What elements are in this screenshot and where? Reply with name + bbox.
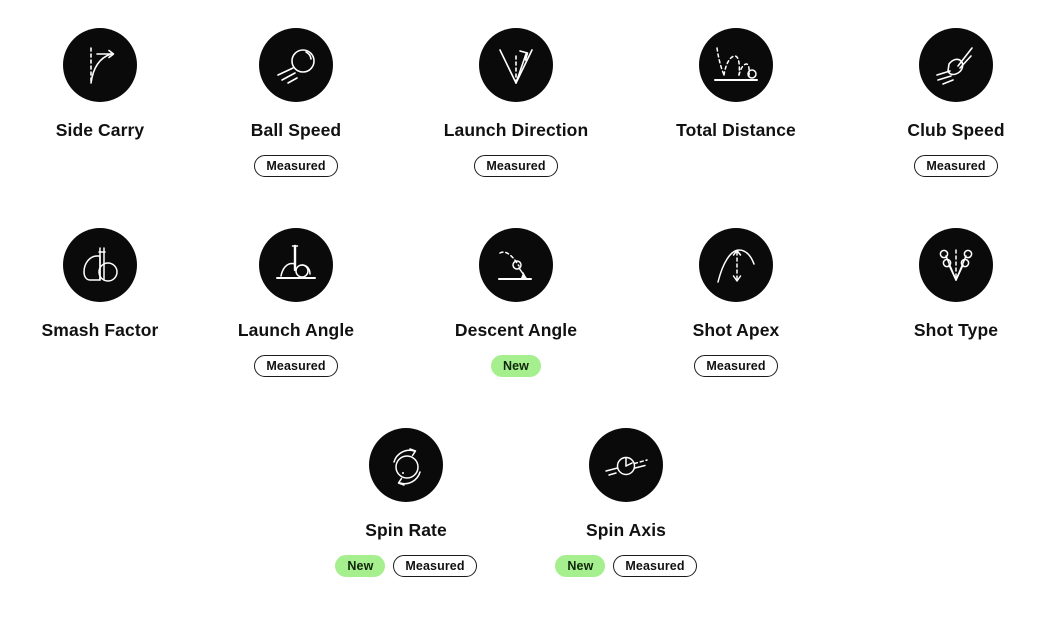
badge-row: Measured — [694, 355, 778, 377]
measured-badge: Measured — [613, 555, 697, 577]
measured-badge: Measured — [474, 155, 558, 177]
metric-label: Club Speed — [907, 120, 1005, 140]
metric-label: Smash Factor — [41, 320, 159, 340]
metric-label: Side Carry — [55, 120, 145, 140]
badge-row: New Measured — [335, 555, 477, 577]
metrics-grid: Side Carry Ball Speed Measured Launch Dir… — [0, 0, 1038, 631]
measured-badge: Measured — [694, 355, 778, 377]
new-badge: New — [555, 555, 606, 577]
metric-card-launch-angle[interactable]: Launch Angle Measured — [196, 228, 396, 377]
measured-badge: Measured — [393, 555, 477, 577]
total-distance-icon — [699, 28, 773, 102]
metric-label: Spin Axis — [586, 520, 666, 540]
spin-axis-icon — [589, 428, 663, 502]
smash-factor-icon — [63, 228, 137, 302]
metric-label: Total Distance — [676, 120, 796, 140]
measured-badge: Measured — [254, 355, 338, 377]
badge-row: Measured — [254, 355, 338, 377]
measured-badge: Measured — [254, 155, 338, 177]
metric-card-shot-apex[interactable]: Shot Apex Measured — [636, 228, 836, 377]
descent-angle-icon — [479, 228, 553, 302]
spin-rate-icon — [369, 428, 443, 502]
shot-apex-icon — [699, 228, 773, 302]
badge-row: New — [490, 355, 541, 377]
metric-card-spin-rate[interactable]: Spin Rate New Measured — [306, 428, 506, 577]
metric-label: Descent Angle — [454, 320, 578, 340]
metric-card-ball-speed[interactable]: Ball Speed Measured — [196, 28, 396, 177]
ball-speed-icon — [259, 28, 333, 102]
metric-label: Shot Type — [913, 320, 999, 340]
badge-row: Measured — [254, 155, 338, 177]
side-carry-icon — [63, 28, 137, 102]
metric-card-side-carry[interactable]: Side Carry — [0, 28, 200, 155]
badge-row: Measured — [474, 155, 558, 177]
metric-card-shot-type[interactable]: Shot Type — [856, 228, 1038, 355]
launch-direction-icon — [479, 28, 553, 102]
metric-label: Launch Angle — [237, 320, 355, 340]
metric-card-smash-factor[interactable]: Smash Factor — [0, 228, 200, 355]
badge-row: New Measured — [555, 555, 697, 577]
launch-angle-icon — [259, 228, 333, 302]
metric-label: Shot Apex — [692, 320, 780, 340]
measured-badge: Measured — [914, 155, 998, 177]
metric-card-spin-axis[interactable]: Spin Axis New Measured — [526, 428, 726, 577]
badge-row: Measured — [914, 155, 998, 177]
metric-label: Launch Direction — [443, 120, 589, 140]
metric-label: Spin Rate — [365, 520, 447, 540]
metric-card-club-speed[interactable]: Club Speed Measured — [856, 28, 1038, 177]
shot-type-icon — [919, 228, 993, 302]
metric-card-launch-direction[interactable]: Launch Direction Measured — [416, 28, 616, 177]
metric-label: Ball Speed — [250, 120, 342, 140]
metric-card-total-distance[interactable]: Total Distance — [636, 28, 836, 155]
club-speed-icon — [919, 28, 993, 102]
new-badge: New — [490, 355, 541, 377]
new-badge: New — [335, 555, 386, 577]
metric-card-descent-angle[interactable]: Descent Angle New — [416, 228, 616, 377]
